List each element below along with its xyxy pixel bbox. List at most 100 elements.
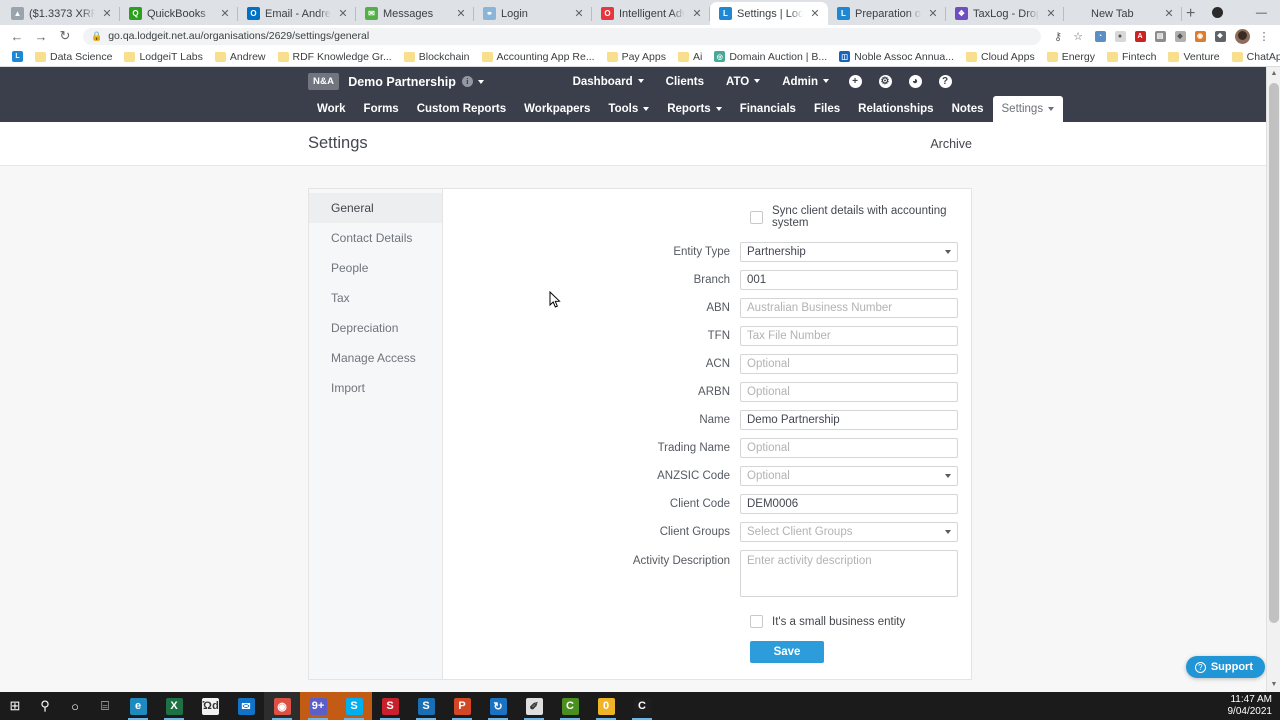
nav-item-custom-reports[interactable]: Custom Reports bbox=[408, 96, 515, 122]
key-icon[interactable]: ⚷ bbox=[1048, 26, 1068, 46]
teams-taskbar-icon[interactable]: 9+ bbox=[300, 692, 336, 720]
tab-close-icon[interactable]: ✕ bbox=[454, 7, 468, 21]
new-tab-button[interactable]: + bbox=[1186, 3, 1195, 25]
fox-extension-icon[interactable]: ◉ bbox=[1190, 26, 1210, 46]
back-button[interactable]: ← bbox=[6, 26, 28, 46]
bookmark-item[interactable]: ◫ Noble Assoc Annua... bbox=[833, 51, 960, 63]
browser-tab[interactable]: O Email - Andrew No ✕ bbox=[238, 2, 356, 25]
bookmark-item[interactable]: Accounting App Re... bbox=[476, 51, 601, 63]
window-minimize-button[interactable]: — bbox=[1239, 0, 1280, 25]
browser-tab[interactable]: L Settings | LodgeiT ✕ bbox=[710, 2, 828, 25]
skype-taskbar-icon[interactable]: S bbox=[336, 692, 372, 720]
explorer-taskbar-icon[interactable]: ὜0 bbox=[588, 692, 624, 720]
powerpoint-taskbar-icon[interactable]: P bbox=[444, 692, 480, 720]
excel-taskbar-icon[interactable]: X bbox=[156, 692, 192, 720]
support-button[interactable]: ? Support bbox=[1186, 656, 1265, 678]
profile-avatar[interactable] bbox=[1232, 26, 1252, 46]
browser-tab[interactable]: ✉ Messages ✕ bbox=[356, 2, 474, 25]
small-business-entity-checkbox[interactable] bbox=[750, 615, 763, 628]
tab-close-icon[interactable]: ✕ bbox=[1044, 7, 1058, 21]
nav-item-financials[interactable]: Financials bbox=[731, 96, 805, 122]
field-input-anzsic-code[interactable] bbox=[740, 466, 958, 486]
field-input-acn[interactable] bbox=[740, 354, 958, 374]
cortana-button[interactable]: ○ bbox=[60, 692, 90, 720]
sync-client-details-checkbox[interactable] bbox=[750, 211, 763, 224]
bookmark-item[interactable]: Andrew bbox=[209, 51, 272, 63]
snagit-editor-icon[interactable]: S bbox=[408, 692, 444, 720]
notes-extension-icon[interactable]: ▤ bbox=[1150, 26, 1170, 46]
bookmark-item[interactable]: Pay Apps bbox=[601, 51, 672, 63]
archive-link[interactable]: Archive bbox=[930, 137, 972, 151]
sidebar-item-general[interactable]: General bbox=[309, 193, 442, 223]
tab-close-icon[interactable]: ✕ bbox=[808, 7, 822, 21]
nav-item-work[interactable]: Work bbox=[308, 96, 355, 122]
start-button[interactable]: ⊞ bbox=[0, 692, 30, 720]
browser-tab[interactable]: L Preparation of Acti ✕ bbox=[828, 2, 946, 25]
field-input-trading-name[interactable] bbox=[740, 438, 958, 458]
field-input-name[interactable] bbox=[740, 410, 958, 430]
org-switcher-chevron-down-icon[interactable] bbox=[478, 80, 484, 84]
sidebar-item-import[interactable]: Import bbox=[309, 373, 442, 403]
nav-item-files[interactable]: Files bbox=[805, 96, 849, 122]
puzzle-extensions-icon[interactable]: ❖ bbox=[1210, 26, 1230, 46]
cmder-taskbar-icon[interactable]: C bbox=[552, 692, 588, 720]
taskbar-clock[interactable]: 11:47 AM 9/04/2021 bbox=[1228, 694, 1273, 718]
tab-close-icon[interactable]: ✕ bbox=[336, 7, 350, 21]
nav-item-forms[interactable]: Forms bbox=[355, 96, 408, 122]
chrome-profile-indicator[interactable] bbox=[1195, 0, 1239, 25]
gear-icon[interactable]: ⚙ bbox=[870, 75, 900, 88]
field-input-abn[interactable] bbox=[740, 298, 958, 318]
header-link-clients[interactable]: Clients bbox=[655, 76, 715, 88]
browser-tab[interactable]: ▲ ($1.3373 XRP) Buy ✕ bbox=[2, 2, 120, 25]
browser-tab[interactable]: Q QuickBooks ✕ bbox=[120, 2, 238, 25]
reload-button[interactable]: ↻ bbox=[54, 26, 76, 46]
bookmark-item[interactable]: RDF Knowledge Gr... bbox=[272, 51, 398, 63]
tab-close-icon[interactable]: ✕ bbox=[690, 7, 704, 21]
adobe-acrobat-icon[interactable]: A bbox=[1130, 26, 1150, 46]
sidebar-item-manage-access[interactable]: Manage Access bbox=[309, 343, 442, 373]
browser-tab[interactable]: New Tab ✕ bbox=[1064, 2, 1182, 25]
bookmark-item[interactable]: LodgeiT Labs bbox=[118, 51, 208, 63]
field-input-client-code[interactable] bbox=[740, 494, 958, 514]
snagit-taskbar-icon[interactable]: S bbox=[372, 692, 408, 720]
tab-close-icon[interactable]: ✕ bbox=[100, 7, 114, 21]
tab-close-icon[interactable]: ✕ bbox=[218, 7, 232, 21]
sidebar-item-tax[interactable]: Tax bbox=[309, 283, 442, 313]
nav-item-reports[interactable]: Reports bbox=[658, 96, 730, 122]
field-input-branch[interactable] bbox=[740, 270, 958, 290]
store-taskbar-icon[interactable]: Ὤd bbox=[192, 692, 228, 720]
bookmark-item[interactable]: Data Science bbox=[29, 51, 118, 63]
user-account-icon[interactable]: ◕ bbox=[900, 75, 930, 88]
nav-item-settings[interactable]: Settings bbox=[993, 96, 1064, 122]
sidebar-item-people[interactable]: People bbox=[309, 253, 442, 283]
bookmark-item[interactable]: Energy bbox=[1041, 51, 1101, 63]
header-link-ato[interactable]: ATO bbox=[715, 76, 771, 88]
tab-close-icon[interactable]: ✕ bbox=[1162, 7, 1176, 21]
terminal-taskbar-icon[interactable]: C bbox=[624, 692, 660, 720]
nav-item-relationships[interactable]: Relationships bbox=[849, 96, 942, 122]
address-bar[interactable]: 🔒 go.qa.lodgeit.net.au/organisations/262… bbox=[83, 28, 1041, 45]
browser-tab[interactable]: ❖ TaxLog - Dropbox ✕ bbox=[946, 2, 1064, 25]
chrome-taskbar-icon[interactable]: ◉ bbox=[264, 692, 300, 720]
bookmark-item[interactable]: Venture bbox=[1162, 51, 1225, 63]
field-input-entity-type[interactable] bbox=[740, 242, 958, 262]
search-button[interactable]: ⚲ bbox=[30, 692, 60, 720]
field-input-tfn[interactable] bbox=[740, 326, 958, 346]
edge-taskbar-icon[interactable]: e bbox=[120, 692, 156, 720]
scroll-up-arrow-icon[interactable]: ▲ bbox=[1267, 67, 1280, 81]
chrome-menu-button[interactable]: ⋮ bbox=[1254, 26, 1274, 46]
header-link-admin[interactable]: Admin bbox=[771, 76, 840, 88]
sidebar-item-contact-details[interactable]: Contact Details bbox=[309, 223, 442, 253]
nav-item-notes[interactable]: Notes bbox=[943, 96, 993, 122]
field-input-arbn[interactable] bbox=[740, 382, 958, 402]
bookmark-item[interactable]: ChatApps bbox=[1226, 51, 1280, 63]
help-icon[interactable]: ? bbox=[930, 75, 960, 88]
bookmark-item[interactable]: Cloud Apps bbox=[960, 51, 1041, 63]
field-input-activity-description[interactable] bbox=[740, 550, 958, 597]
save-button[interactable]: Save bbox=[750, 641, 824, 663]
page-scrollbar[interactable]: ▲ ▼ bbox=[1266, 67, 1280, 692]
browser-tab[interactable]: O Intelligent Advisor ✕ bbox=[592, 2, 710, 25]
forward-button[interactable]: → bbox=[30, 26, 52, 46]
header-link-dashboard[interactable]: Dashboard bbox=[562, 76, 655, 88]
sync-taskbar-icon[interactable]: ↻ bbox=[480, 692, 516, 720]
